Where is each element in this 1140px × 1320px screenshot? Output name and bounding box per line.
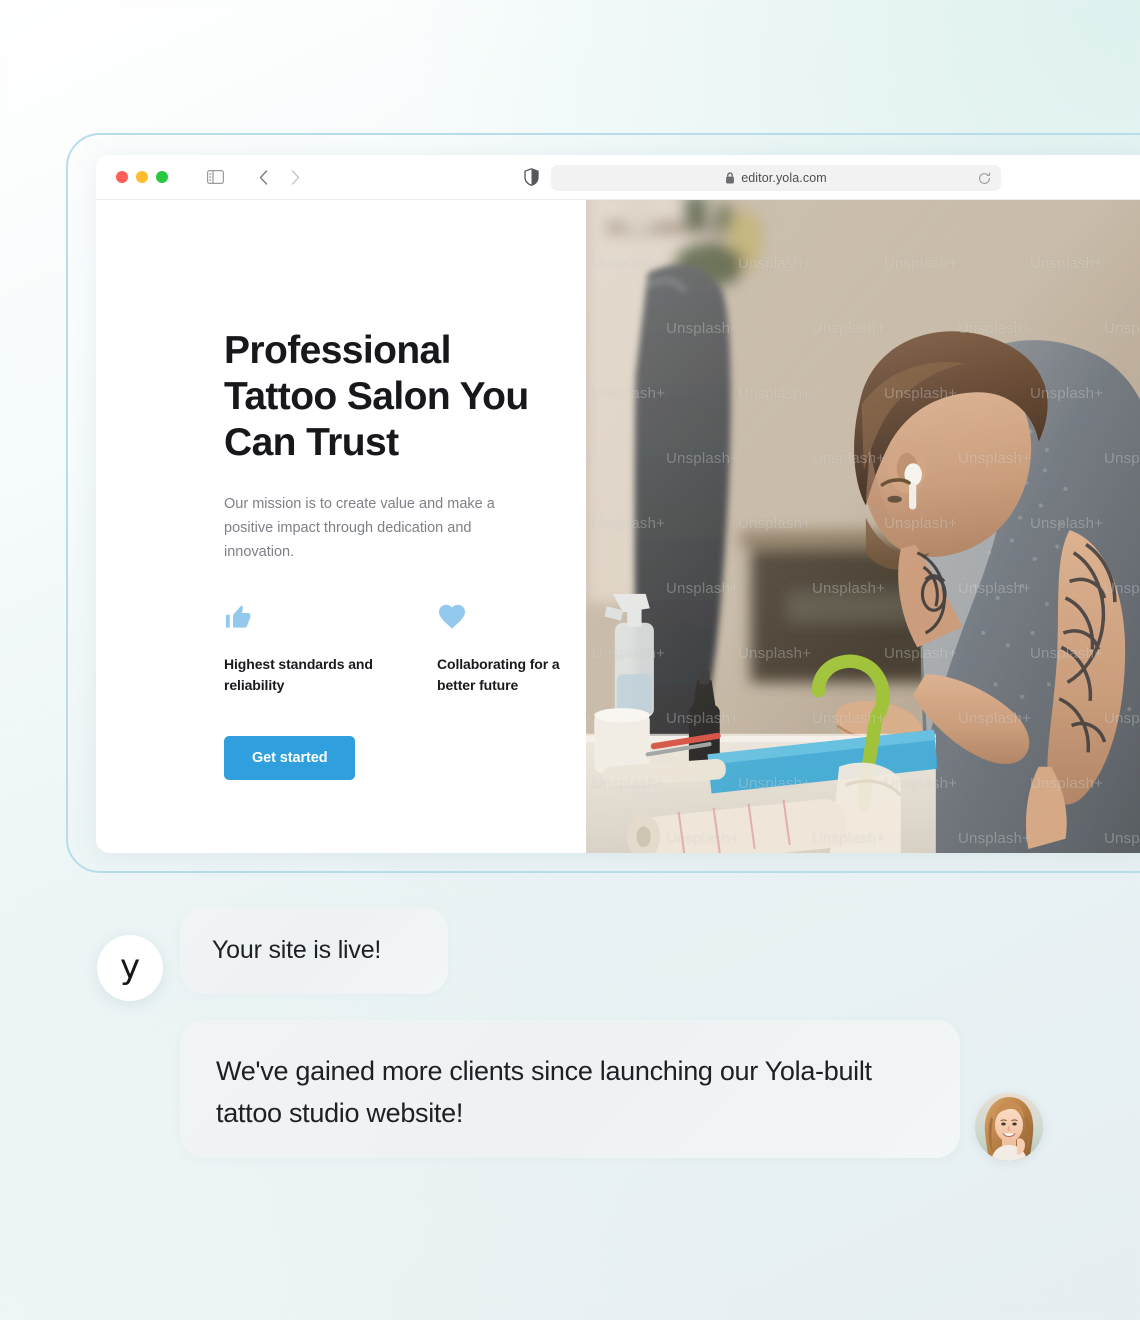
hero-subtitle: Our mission is to create value and make … xyxy=(224,496,495,560)
heart-icon xyxy=(437,602,586,634)
chat-bubble-customer: We've gained more clients since launchin… xyxy=(180,1020,960,1158)
sidebar-toggle-icon[interactable] xyxy=(202,164,228,190)
feature-label: Collaborating for a better future xyxy=(437,656,560,693)
url-text: editor.yola.com xyxy=(741,171,827,185)
feature-list: Highest standards and reliability Collab… xyxy=(224,602,586,696)
feature-label: Highest standards and reliability xyxy=(224,656,373,693)
chevron-left-icon[interactable] xyxy=(250,164,276,190)
yola-brand-avatar: y xyxy=(97,935,163,1001)
yola-logo-letter: y xyxy=(119,947,141,987)
tattoo-artist-photo xyxy=(586,200,1140,853)
get-started-button[interactable]: Get started xyxy=(224,736,356,780)
feature-item: Highest standards and reliability xyxy=(224,602,373,696)
chat-message-text: We've gained more clients since launchin… xyxy=(216,1056,872,1128)
chat-message-text: Your site is live! xyxy=(212,936,382,964)
avatar xyxy=(975,1093,1043,1161)
hero-text-column: Professional Tattoo Salon You Can Trust … xyxy=(96,200,586,853)
site-preview: Professional Tattoo Salon You Can Trust … xyxy=(96,200,1140,853)
close-window-button[interactable] xyxy=(116,171,128,183)
browser-window: editor.yola.com Professional Tattoo Salo… xyxy=(96,155,1140,853)
thumbs-up-icon xyxy=(224,602,373,634)
address-bar[interactable]: editor.yola.com xyxy=(551,165,1001,191)
browser-toolbar: editor.yola.com xyxy=(96,155,1140,200)
chevron-right-icon[interactable] xyxy=(282,164,308,190)
minimize-window-button[interactable] xyxy=(136,171,148,183)
chat-conversation: y Your site is live! We've gained more c… xyxy=(0,880,1140,1200)
lock-icon xyxy=(725,172,735,184)
page-title: Professional Tattoo Salon You Can Trust xyxy=(224,329,529,464)
maximize-window-button[interactable] xyxy=(156,171,168,183)
window-traffic-lights[interactable] xyxy=(116,171,168,183)
shield-privacy-icon[interactable] xyxy=(520,166,542,188)
chat-bubble-yola: Your site is live! xyxy=(180,907,448,994)
hero-image-column: Unsplash+ Unsplash+ Unsplash+ Unsplash+ … xyxy=(586,200,1140,853)
reload-icon[interactable] xyxy=(978,171,991,185)
feature-item: Collaborating for a better future xyxy=(437,602,586,696)
